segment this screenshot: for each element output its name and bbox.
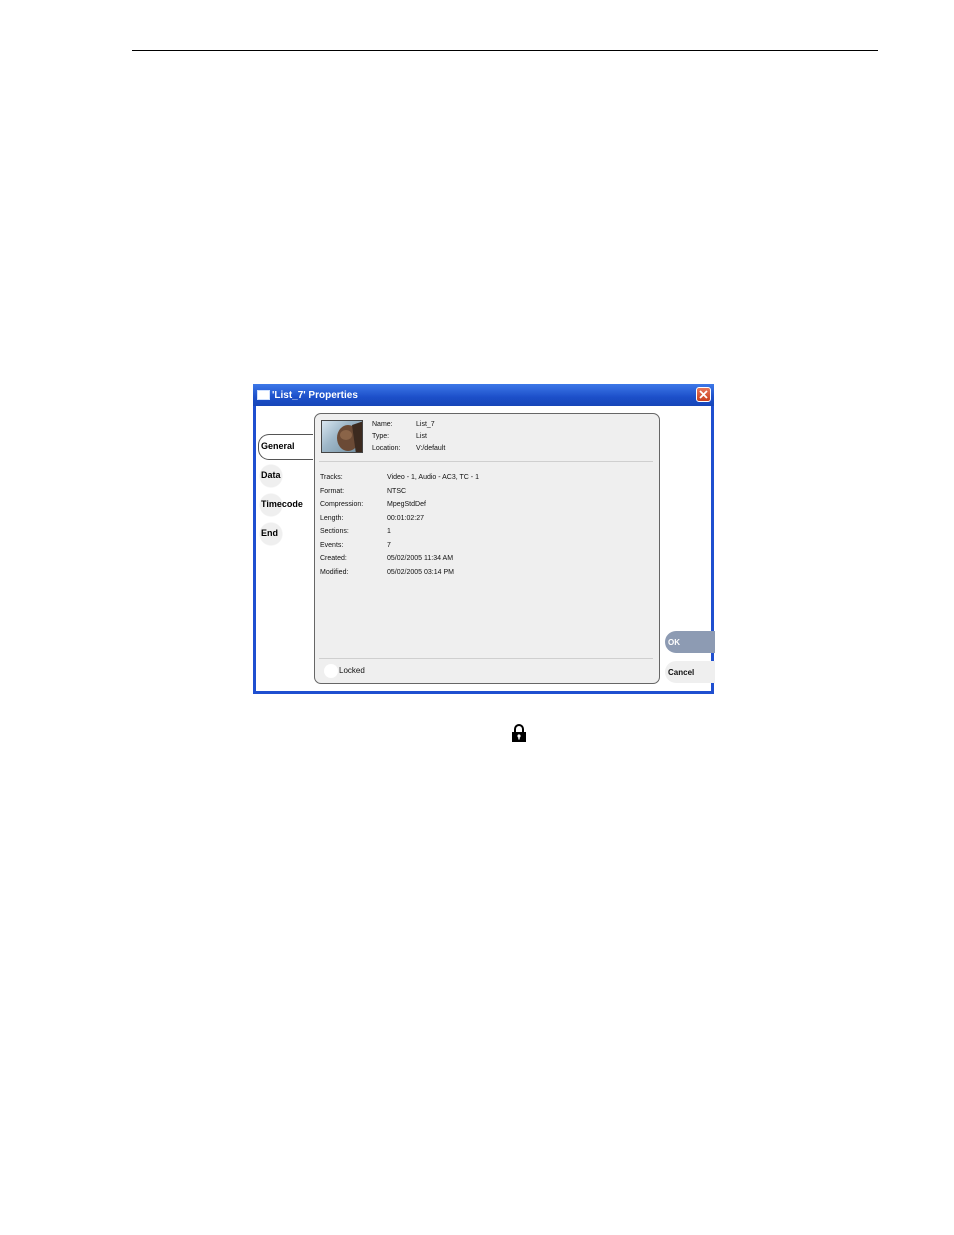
cancel-button-label: Cancel	[668, 668, 695, 677]
window-icon	[257, 390, 270, 400]
tab-timecode[interactable]: Timecode	[259, 493, 319, 517]
tracks-value: Video - 1, Audio - AC3, TC - 1	[387, 474, 479, 481]
type-label: Type:	[372, 433, 390, 440]
compression-label: Compression:	[320, 501, 364, 508]
location-value: V:/default	[416, 445, 446, 452]
lock-icon	[512, 724, 526, 742]
header-divider	[319, 461, 653, 462]
format-label: Format:	[320, 488, 345, 495]
sections-value: 1	[387, 528, 391, 535]
dialog-title: 'List_7' Properties	[272, 390, 358, 401]
locked-label: Locked	[339, 666, 365, 675]
dialog-titlebar[interactable]: 'List_7' Properties	[253, 384, 714, 406]
page-header-rule	[132, 50, 878, 51]
length-value: 00:01:02:27	[387, 515, 424, 522]
format-value: NTSC	[387, 488, 407, 495]
general-panel: Name: List_7 Type: List Location: V:/def…	[314, 413, 660, 684]
tab-general[interactable]: General	[258, 434, 313, 460]
tab-data-label: Data	[261, 470, 281, 480]
ok-button-label: OK	[668, 638, 680, 647]
modified-value: 05/02/2005 03:14 PM	[387, 569, 454, 576]
location-label: Location:	[372, 445, 401, 452]
close-icon	[699, 390, 708, 399]
ok-button[interactable]: OK	[665, 631, 715, 653]
tracks-label: Tracks:	[320, 474, 343, 481]
tab-end[interactable]: End	[259, 522, 319, 546]
length-label: Length:	[320, 515, 344, 522]
tab-timecode-label: Timecode	[261, 499, 303, 509]
tab-general-label: General	[261, 441, 295, 451]
created-value: 05/02/2005 11:34 AM	[387, 555, 454, 562]
type-value: List	[416, 433, 427, 440]
name-value: List_7	[416, 421, 435, 428]
events-value: 7	[387, 542, 391, 549]
events-label: Events:	[320, 542, 344, 549]
clip-thumbnail	[321, 420, 363, 453]
footer-divider	[319, 658, 653, 659]
close-button[interactable]	[696, 387, 711, 402]
tab-end-label: End	[261, 528, 278, 538]
dialog-client: General Data Timecode End Name: List_7 T…	[256, 406, 715, 691]
compression-value: MpegStdDef	[387, 501, 426, 508]
properties-dialog: 'List_7' Properties General Data Timecod…	[253, 384, 715, 694]
created-label: Created:	[320, 555, 347, 562]
locked-checkbox[interactable]	[324, 664, 338, 678]
tab-data[interactable]: Data	[259, 464, 319, 488]
thumbnail-image	[337, 421, 362, 452]
cancel-button[interactable]: Cancel	[665, 661, 715, 683]
modified-label: Modified:	[320, 569, 349, 576]
sections-label: Sections:	[320, 528, 349, 535]
name-label: Name:	[372, 421, 393, 428]
